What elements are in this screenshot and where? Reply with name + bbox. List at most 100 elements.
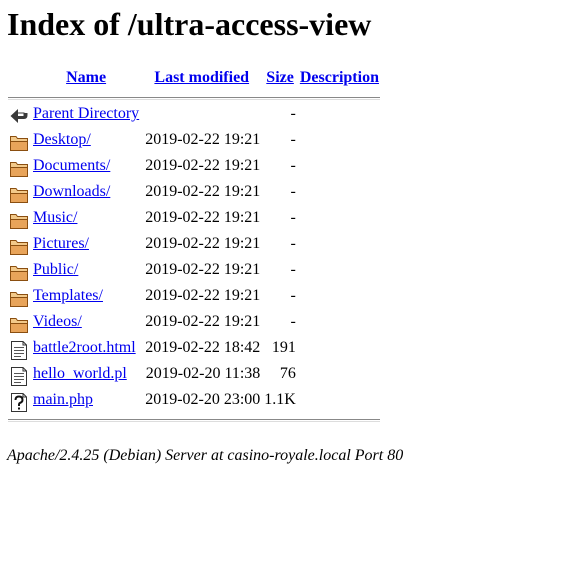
name-cell: Music/ bbox=[32, 208, 140, 232]
size-cell: - bbox=[290, 183, 296, 200]
column-header-last-modified[interactable]: Last modified bbox=[142, 68, 261, 92]
description-cell bbox=[299, 104, 380, 128]
text-file-icon bbox=[8, 338, 30, 362]
name-cell: hello_world.pl bbox=[32, 364, 140, 388]
text-file-icon bbox=[8, 364, 30, 388]
table-row: Templates/2019-02-22 19:21 - bbox=[8, 286, 380, 310]
name-cell: main.php bbox=[32, 390, 140, 414]
folder-icon bbox=[8, 286, 30, 310]
file-link[interactable]: battle2root.html bbox=[33, 339, 136, 356]
header-separator bbox=[8, 94, 380, 102]
name-cell: Pictures/ bbox=[32, 234, 140, 258]
size-cell: - bbox=[290, 235, 296, 252]
server-signature: Apache/2.4.25 (Debian) Server at casino-… bbox=[7, 447, 404, 464]
size-cell: - bbox=[290, 157, 296, 174]
last-modified-cell: 2019-02-22 19:21 bbox=[145, 131, 261, 148]
table-row: Public/2019-02-22 19:21 - bbox=[8, 260, 380, 284]
last-modified-cell: 2019-02-22 19:21 bbox=[145, 261, 261, 278]
table-row: Pictures/2019-02-22 19:21 - bbox=[8, 234, 380, 258]
horizontal-rule bbox=[8, 418, 380, 422]
last-modified-cell: 2019-02-22 19:21 bbox=[145, 209, 261, 226]
file-link[interactable]: Templates/ bbox=[33, 287, 103, 304]
table-row: Music/2019-02-22 19:21 - bbox=[8, 208, 380, 232]
column-header-name[interactable]: Name bbox=[32, 68, 140, 92]
file-link[interactable]: hello_world.pl bbox=[33, 365, 127, 382]
table-row: Downloads/2019-02-22 19:21 - bbox=[8, 182, 380, 206]
horizontal-rule bbox=[8, 96, 380, 100]
size-cell: 191 bbox=[271, 339, 296, 356]
last-modified-cell: 2019-02-22 19:21 bbox=[145, 183, 261, 200]
description-cell bbox=[299, 260, 380, 284]
page-title: Index of /ultra-access-view bbox=[7, 6, 372, 42]
unknown-file-icon bbox=[8, 390, 30, 414]
name-cell: Documents/ bbox=[32, 156, 140, 180]
file-link[interactable]: Videos/ bbox=[33, 313, 82, 330]
file-link[interactable]: main.php bbox=[33, 391, 93, 408]
file-link[interactable]: Music/ bbox=[33, 209, 77, 226]
size-cell: - bbox=[290, 131, 296, 148]
name-cell: Videos/ bbox=[32, 312, 140, 336]
table-row: Videos/2019-02-22 19:21 - bbox=[8, 312, 380, 336]
column-header-description[interactable]: Description bbox=[299, 68, 380, 92]
sort-by-name-link[interactable]: Name bbox=[66, 69, 106, 86]
table-row: main.php 2019-02-20 23:00 1.1K bbox=[8, 390, 380, 414]
file-listing-table: Name Last modified Size Description Pare… bbox=[6, 66, 382, 426]
name-cell: Templates/ bbox=[32, 286, 140, 310]
description-cell bbox=[299, 208, 380, 232]
description-cell bbox=[299, 234, 380, 258]
description-cell bbox=[299, 182, 380, 206]
last-modified-cell: 2019-02-22 18:42 bbox=[145, 339, 261, 356]
file-link[interactable]: Desktop/ bbox=[33, 131, 91, 148]
size-cell: - bbox=[290, 313, 296, 330]
sort-by-last-modified-link[interactable]: Last modified bbox=[154, 69, 249, 86]
table-row: battle2root.html 2019-02-22 18:42 191 bbox=[8, 338, 380, 362]
description-cell bbox=[299, 156, 380, 180]
footer-separator-row bbox=[8, 416, 380, 424]
folder-icon bbox=[8, 234, 30, 258]
back-icon bbox=[8, 104, 30, 128]
footer-separator bbox=[8, 416, 380, 424]
file-link[interactable]: Pictures/ bbox=[33, 235, 89, 252]
description-cell bbox=[299, 338, 380, 362]
description-cell bbox=[299, 312, 380, 336]
sort-by-size-link[interactable]: Size bbox=[266, 69, 294, 86]
last-modified-cell: 2019-02-22 19:21 bbox=[145, 313, 261, 330]
size-cell: - bbox=[290, 261, 296, 278]
table-row: hello_world.pl 2019-02-20 11:38 76 bbox=[8, 364, 380, 388]
name-cell: Downloads/ bbox=[32, 182, 140, 206]
size-cell: - bbox=[290, 105, 296, 122]
table-row: Parent Directory - bbox=[8, 104, 380, 128]
file-link[interactable]: Downloads/ bbox=[33, 183, 110, 200]
last-modified-cell bbox=[142, 104, 261, 128]
size-cell: 1.1K bbox=[264, 391, 296, 408]
folder-icon bbox=[8, 208, 30, 232]
header-separator-row bbox=[8, 94, 380, 102]
name-cell: Parent Directory bbox=[32, 104, 140, 128]
folder-icon bbox=[8, 156, 30, 180]
table-row: Documents/2019-02-22 19:21 - bbox=[8, 156, 380, 180]
table-row: Desktop/2019-02-22 19:21 - bbox=[8, 130, 380, 154]
last-modified-cell: 2019-02-20 11:38 bbox=[145, 365, 261, 382]
size-cell: - bbox=[290, 209, 296, 226]
header-row: Name Last modified Size Description bbox=[8, 68, 380, 92]
folder-icon bbox=[8, 260, 30, 284]
name-cell: battle2root.html bbox=[32, 338, 140, 362]
folder-icon bbox=[8, 182, 30, 206]
parent-directory-link[interactable]: Parent Directory bbox=[33, 105, 139, 122]
name-cell: Desktop/ bbox=[32, 130, 140, 154]
last-modified-cell: 2019-02-22 19:21 bbox=[145, 235, 261, 252]
column-header-size[interactable]: Size bbox=[263, 68, 297, 92]
last-modified-cell: 2019-02-22 19:21 bbox=[145, 157, 261, 174]
size-cell: 76 bbox=[279, 365, 296, 382]
description-cell bbox=[299, 286, 380, 310]
folder-icon bbox=[8, 130, 30, 154]
description-cell bbox=[299, 130, 380, 154]
file-link[interactable]: Public/ bbox=[33, 261, 78, 278]
header-icon-spacer bbox=[8, 68, 30, 92]
listing-body: Parent Directory - Desktop/2019-02-22 19:2… bbox=[8, 104, 380, 414]
sort-by-description-link[interactable]: Description bbox=[300, 69, 379, 86]
description-cell bbox=[299, 390, 380, 414]
size-cell: - bbox=[290, 287, 296, 304]
file-link[interactable]: Documents/ bbox=[33, 157, 110, 174]
last-modified-cell: 2019-02-20 23:00 bbox=[145, 391, 261, 408]
